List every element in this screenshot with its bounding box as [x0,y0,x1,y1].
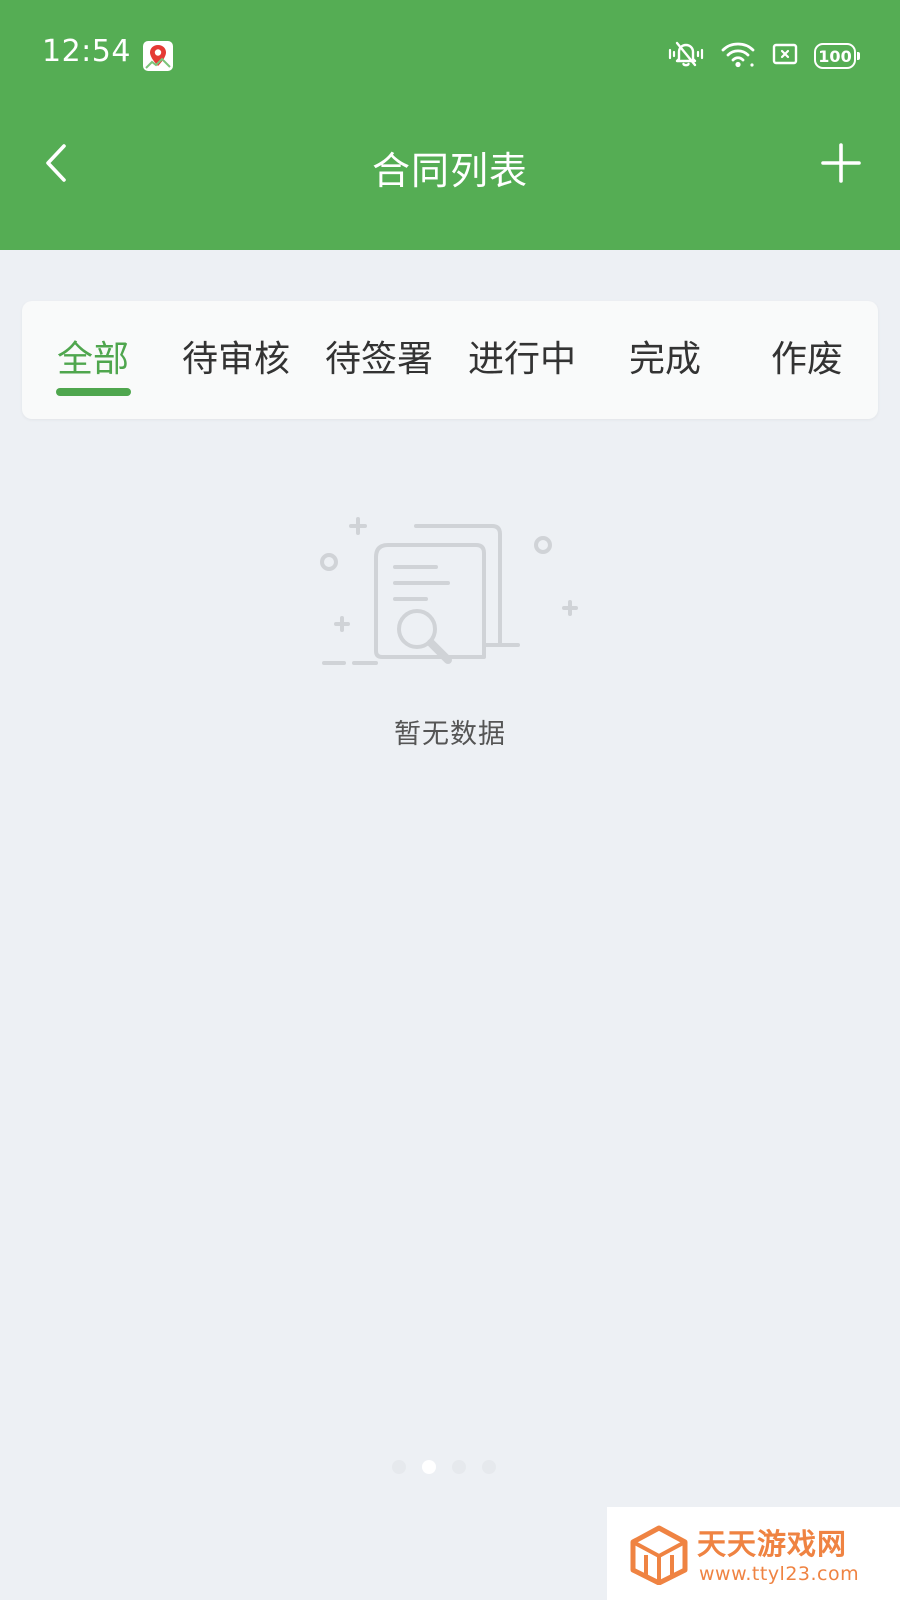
page-title: 合同列表 [371,149,528,193]
status-bar: 12:54 100 [0,0,900,110]
site-watermark: 天天游戏网 www.ttyl23.com [607,1507,900,1600]
app-notification-icon [142,40,174,72]
battery-icon: 100 [814,43,860,69]
tab-in-progress[interactable]: 进行中 [451,301,593,419]
add-contract-button[interactable] [812,136,870,194]
tab-voided[interactable]: 作废 [736,301,878,419]
app-header: 12:54 100 合同列表 [0,0,900,250]
watermark-logo-icon [629,1525,689,1586]
page-dot [482,1460,496,1474]
nav-bar: 合同列表 [0,120,900,210]
page-indicator [392,1460,496,1474]
page-dot [452,1460,466,1474]
watermark-url: www.ttyl23.com [699,1563,860,1585]
status-time: 12:54 [42,34,131,69]
active-tab-indicator [56,388,131,396]
empty-document-search-icon [318,515,582,695]
tab-pending-sign[interactable]: 待签署 [308,301,450,419]
tab-completed[interactable]: 完成 [594,301,736,419]
status-tabs: 全部 待审核 待签署 进行中 完成 作废 [22,301,878,419]
watermark-name: 天天游戏网 [697,1527,848,1561]
sim-icon [770,39,800,73]
empty-state-text: 暂无数据 [394,719,506,750]
page-dot [392,1460,406,1474]
status-icons: 100 [666,38,860,74]
vibrate-mute-icon [666,39,706,73]
plus-icon [820,142,862,188]
page-dot-active [422,1460,436,1474]
tab-all[interactable]: 全部 [22,301,164,419]
wifi-icon [720,39,756,73]
tab-pending-review[interactable]: 待审核 [165,301,307,419]
